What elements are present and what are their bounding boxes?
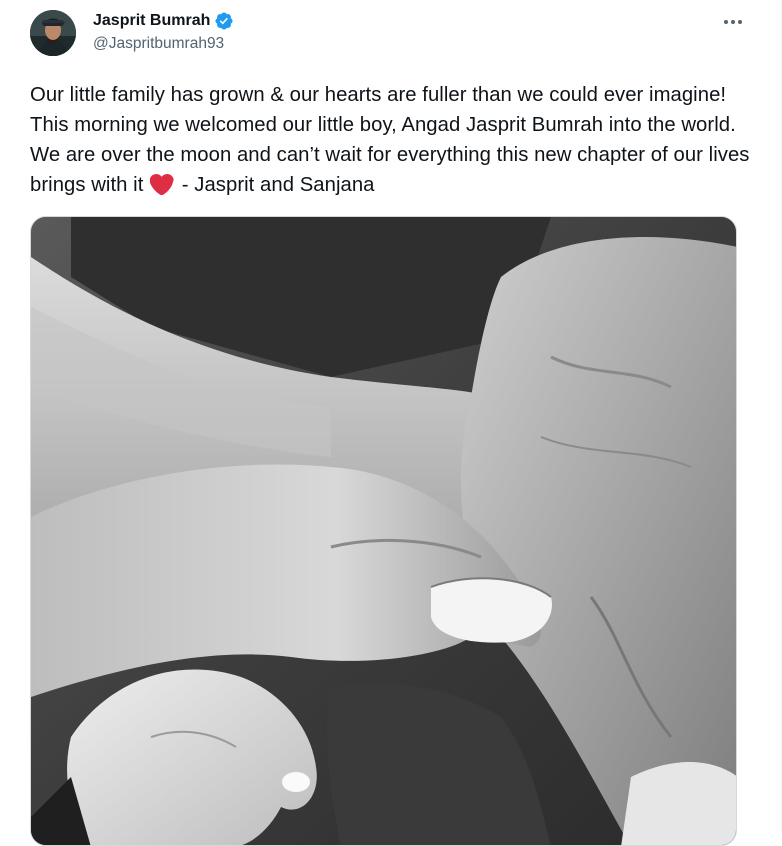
hands-photo-image [31, 217, 736, 845]
display-name-row: Jasprit Bumrah [93, 11, 234, 31]
tweet-photo[interactable] [30, 216, 737, 846]
profile-avatar[interactable] [30, 10, 76, 56]
more-options-button[interactable] [716, 10, 750, 34]
author-display-name[interactable]: Jasprit Bumrah [93, 11, 210, 31]
author-names: Jasprit Bumrah @Jaspritbumrah93 [93, 11, 234, 54]
verified-badge-icon[interactable] [214, 11, 234, 31]
tweet-text: Our little family has grown & our hearts… [30, 80, 760, 200]
more-dot [738, 20, 742, 24]
tweet-text-signature: - Jasprit and Sanjana [176, 174, 375, 196]
tweet-header: Jasprit Bumrah @Jaspritbumrah93 [30, 10, 750, 62]
tweet-card: Jasprit Bumrah @Jaspritbumrah93 Our litt… [0, 0, 782, 846]
red-heart-emoji-icon [150, 174, 174, 195]
more-dot [724, 20, 728, 24]
avatar-image [30, 10, 76, 56]
tweet-text-main: Our little family has grown & our hearts… [30, 84, 756, 196]
more-dot [731, 20, 735, 24]
author-handle[interactable]: @Jaspritbumrah93 [93, 34, 234, 54]
